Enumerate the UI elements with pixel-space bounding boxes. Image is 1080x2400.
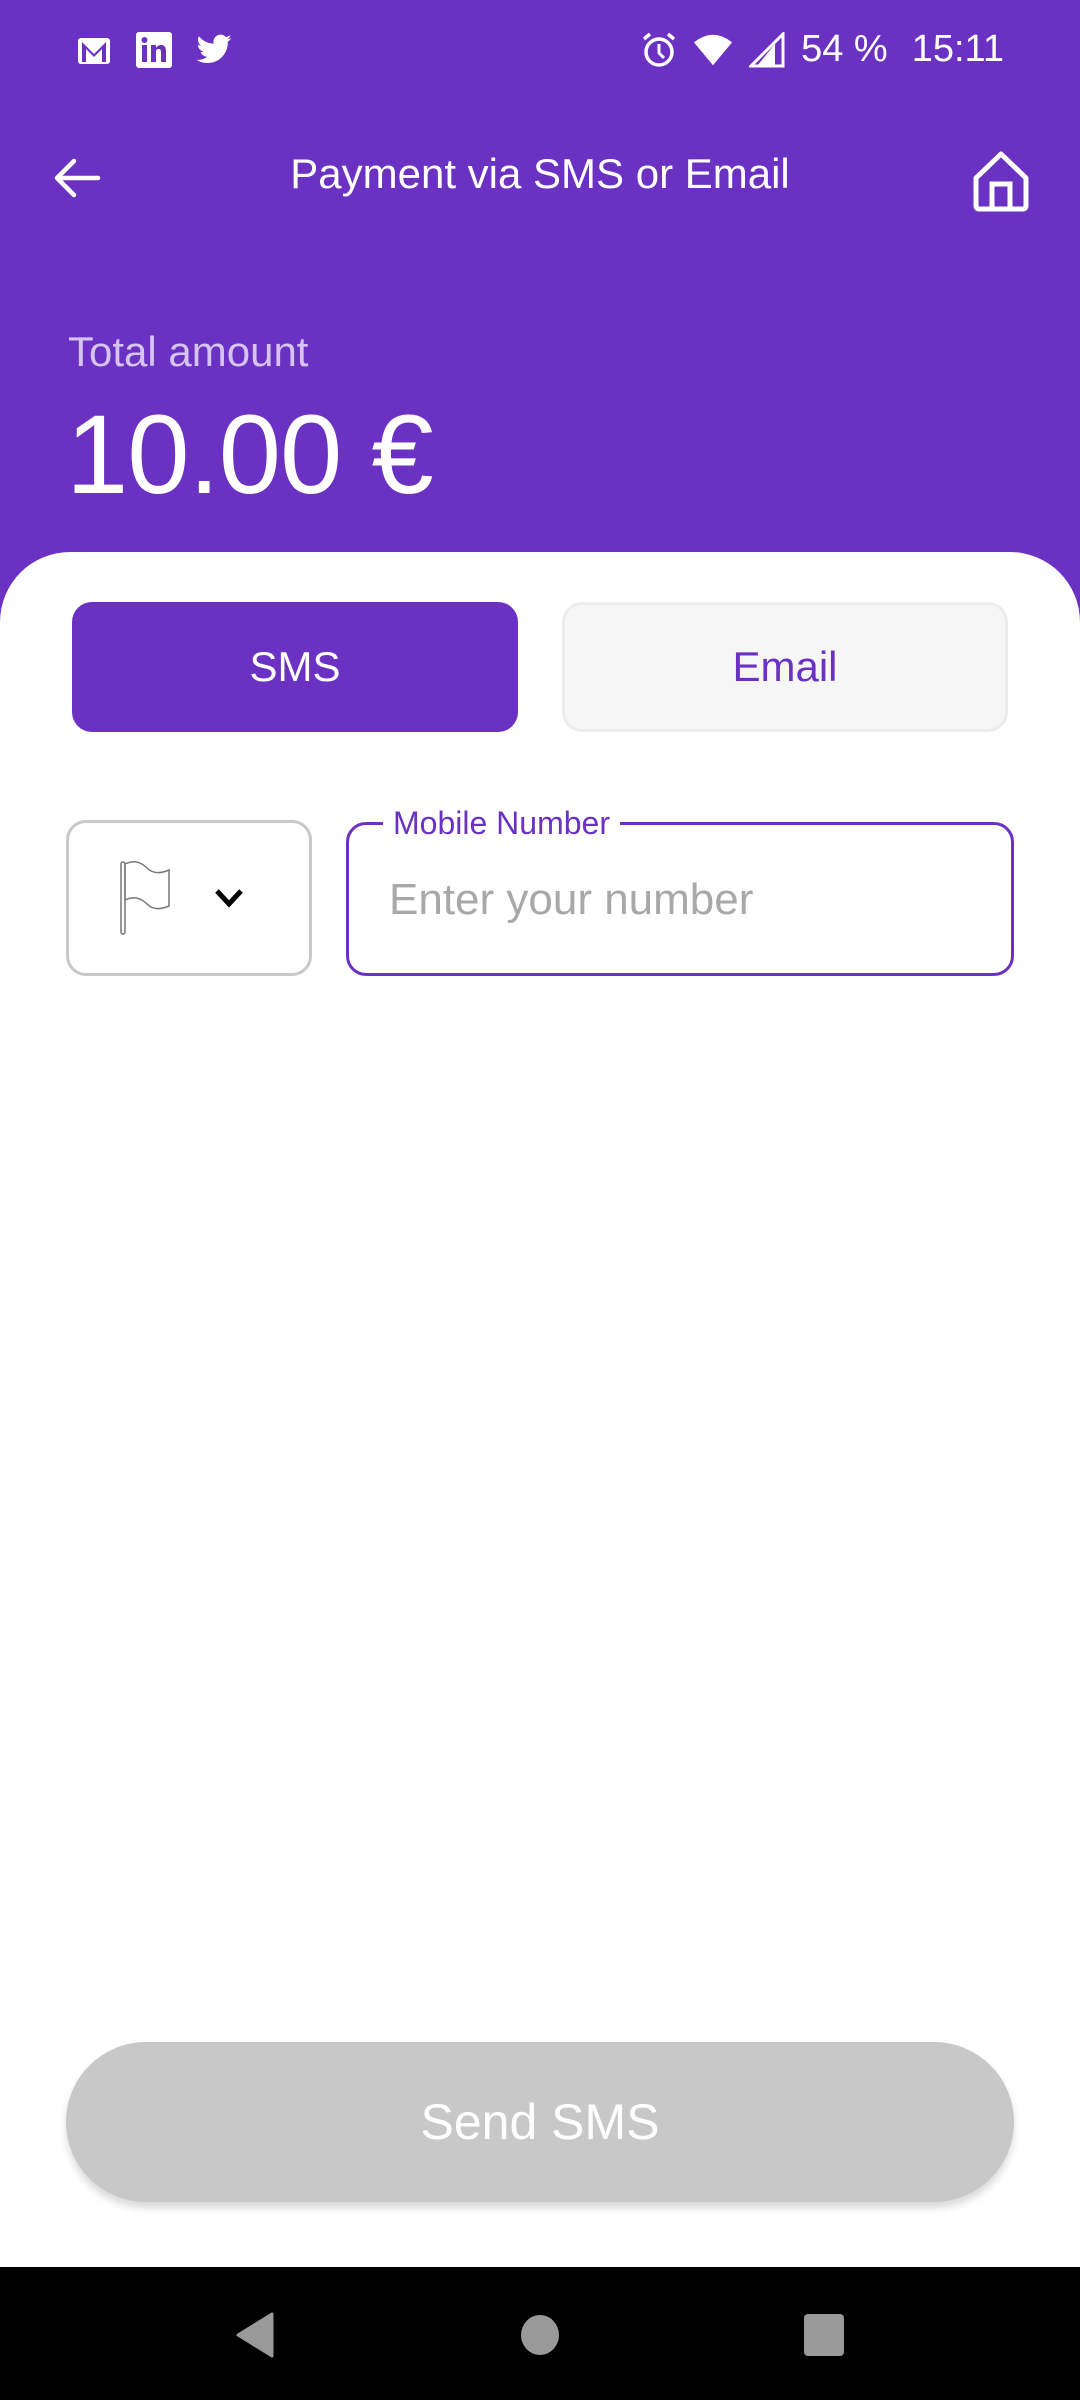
mobile-number-label: Mobile Number [383, 803, 620, 843]
chevron-down-icon [215, 889, 243, 908]
page-title: Payment via SMS or Email [290, 150, 790, 197]
mobile-number-field[interactable]: Mobile Number [346, 803, 1014, 976]
nav-back-button[interactable] [224, 2307, 284, 2363]
battery-percentage: 54 % [801, 28, 888, 70]
linkedin-icon [134, 30, 174, 70]
home-icon [973, 151, 1029, 212]
send-sms-button[interactable]: Send SMS [66, 2042, 1014, 2202]
signal-icon [747, 30, 787, 70]
app-bar: Payment via SMS or Email [0, 120, 1080, 240]
alarm-icon [639, 30, 679, 70]
gmail-icon [74, 30, 114, 70]
mobile-number-input[interactable] [389, 865, 989, 935]
total-amount-label: Total amount [68, 328, 309, 375]
send-sms-label: Send SMS [420, 2094, 660, 2150]
tab-sms-label: SMS [249, 643, 341, 690]
nav-home-button[interactable] [510, 2307, 570, 2363]
system-nav-bar [0, 2267, 1080, 2400]
twitter-icon [194, 30, 234, 70]
tab-email[interactable]: Email [562, 602, 1008, 732]
nav-back-icon [236, 2312, 274, 2358]
home-button[interactable] [968, 148, 1034, 214]
flag-icon [120, 861, 170, 935]
nav-recents-button[interactable] [794, 2307, 854, 2363]
tab-sms[interactable]: SMS [72, 602, 518, 732]
clock: 15:11 [911, 28, 1004, 70]
nav-recents-icon [804, 2314, 844, 2356]
nav-home-icon [521, 2315, 559, 2355]
tab-email-label: Email [732, 643, 838, 690]
status-bar: 54 % 15:11 [0, 0, 1080, 104]
total-amount-value: 10.00 € [66, 392, 434, 517]
wifi-icon [693, 30, 733, 70]
country-code-selector[interactable] [66, 820, 312, 976]
